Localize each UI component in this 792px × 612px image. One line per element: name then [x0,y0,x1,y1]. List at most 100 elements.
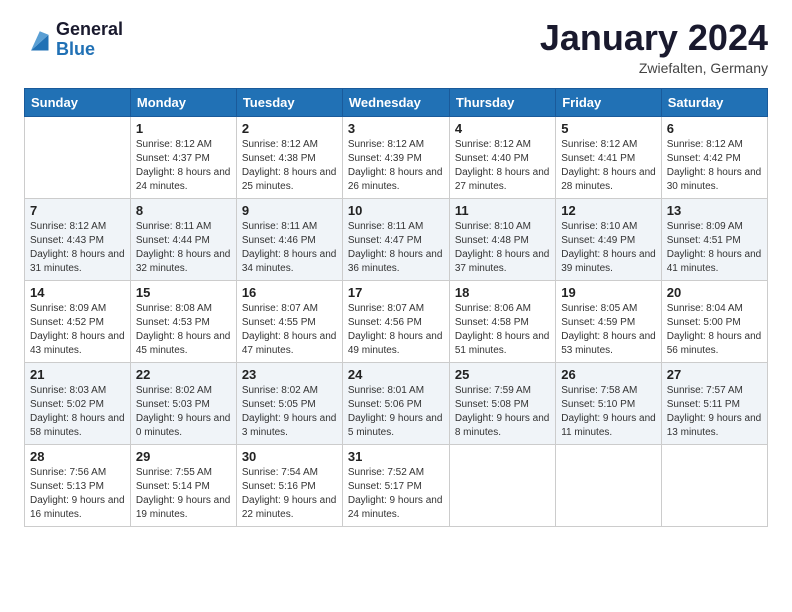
day-number: 25 [455,367,550,382]
day-info: Sunrise: 7:52 AMSunset: 5:17 PMDaylight:… [348,466,444,522]
calendar-cell: 12Sunrise: 8:10 AMSunset: 4:49 PMDayligh… [556,199,662,281]
logo: General Blue [24,20,123,60]
day-info: Sunrise: 8:12 AMSunset: 4:40 PMDaylight:… [455,138,550,194]
day-number: 18 [455,285,550,300]
calendar-body: 1 Sunrise: 8:12 AMSunset: 4:37 PMDaylight… [25,117,768,527]
calendar-week-2: 7Sunrise: 8:12 AMSunset: 4:43 PMDaylight… [25,199,768,281]
day-number: 1 [136,121,231,136]
calendar-cell [449,445,555,527]
day-number: 17 [348,285,444,300]
col-sunday: Sunday [25,89,131,117]
day-number: 2 [242,121,337,136]
day-number: 23 [242,367,337,382]
day-info: Sunrise: 8:10 AMSunset: 4:49 PMDaylight:… [561,220,656,276]
day-number: 14 [30,285,125,300]
day-info: Sunrise: 8:07 AMSunset: 4:56 PMDaylight:… [348,302,444,358]
day-number: 30 [242,449,337,464]
day-number: 16 [242,285,337,300]
calendar-week-1: 1 Sunrise: 8:12 AMSunset: 4:37 PMDaylight… [25,117,768,199]
day-info: Sunrise: 8:10 AMSunset: 4:48 PMDaylight:… [455,220,550,276]
day-info: Sunrise: 8:09 AMSunset: 4:51 PMDaylight:… [667,220,762,276]
day-number: 11 [455,203,550,218]
calendar-cell: 3 Sunrise: 8:12 AMSunset: 4:39 PMDaylight… [342,117,449,199]
calendar-cell: 4Sunrise: 8:12 AMSunset: 4:40 PMDaylight… [449,117,555,199]
calendar-week-3: 14 Sunrise: 8:09 AMSunset: 4:52 PMDayligh… [25,281,768,363]
calendar-cell: 22 Sunrise: 8:02 AMSunset: 5:03 PMDayligh… [130,363,236,445]
day-number: 10 [348,203,444,218]
calendar-cell: 25 Sunrise: 7:59 AMSunset: 5:08 PMDayligh… [449,363,555,445]
calendar-cell [661,445,767,527]
col-friday: Friday [556,89,662,117]
day-info: Sunrise: 8:09 AMSunset: 4:52 PMDaylight:… [30,302,125,358]
page-header: General Blue January 2024 Zwiefalten, Ge… [24,20,768,76]
day-info: Sunrise: 8:12 AMSunset: 4:39 PMDaylight:… [348,138,444,194]
day-number: 27 [667,367,762,382]
day-number: 5 [561,121,656,136]
day-number: 24 [348,367,444,382]
calendar-cell: 21 Sunrise: 8:03 AMSunset: 5:02 PMDayligh… [25,363,131,445]
header-row: Sunday Monday Tuesday Wednesday Thursday… [25,89,768,117]
calendar-week-4: 21 Sunrise: 8:03 AMSunset: 5:02 PMDayligh… [25,363,768,445]
month-title: January 2024 [540,20,768,56]
day-info: Sunrise: 8:07 AMSunset: 4:55 PMDaylight:… [242,302,337,358]
col-tuesday: Tuesday [236,89,342,117]
day-info: Sunrise: 7:56 AMSunset: 5:13 PMDaylight:… [30,466,125,522]
calendar-cell: 1 Sunrise: 8:12 AMSunset: 4:37 PMDaylight… [130,117,236,199]
day-info: Sunrise: 8:02 AMSunset: 5:05 PMDaylight:… [242,384,337,440]
calendar-cell: 19 Sunrise: 8:05 AMSunset: 4:59 PMDayligh… [556,281,662,363]
col-monday: Monday [130,89,236,117]
day-info: Sunrise: 8:01 AMSunset: 5:06 PMDaylight:… [348,384,444,440]
day-info: Sunrise: 8:12 AMSunset: 4:37 PMDaylight:… [136,138,231,194]
calendar-cell: 31Sunrise: 7:52 AMSunset: 5:17 PMDayligh… [342,445,449,527]
day-number: 26 [561,367,656,382]
day-number: 8 [136,203,231,218]
calendar-cell: 16 Sunrise: 8:07 AMSunset: 4:55 PMDayligh… [236,281,342,363]
day-info: Sunrise: 7:59 AMSunset: 5:08 PMDaylight:… [455,384,550,440]
day-number: 22 [136,367,231,382]
calendar-cell: 15 Sunrise: 8:08 AMSunset: 4:53 PMDayligh… [130,281,236,363]
logo-icon [24,26,52,54]
day-number: 28 [30,449,125,464]
day-info: Sunrise: 7:54 AMSunset: 5:16 PMDaylight:… [242,466,337,522]
calendar-week-5: 28 Sunrise: 7:56 AMSunset: 5:13 PMDayligh… [25,445,768,527]
calendar-cell: 27Sunrise: 7:57 AMSunset: 5:11 PMDayligh… [661,363,767,445]
calendar-cell: 29Sunrise: 7:55 AMSunset: 5:14 PMDayligh… [130,445,236,527]
day-info: Sunrise: 8:11 AMSunset: 4:46 PMDaylight:… [242,220,337,276]
title-block: January 2024 Zwiefalten, Germany [540,20,768,76]
location-subtitle: Zwiefalten, Germany [540,60,768,76]
day-info: Sunrise: 8:11 AMSunset: 4:44 PMDaylight:… [136,220,231,276]
calendar-cell: 14 Sunrise: 8:09 AMSunset: 4:52 PMDayligh… [25,281,131,363]
day-number: 29 [136,449,231,464]
calendar-cell: 11 Sunrise: 8:10 AMSunset: 4:48 PMDayligh… [449,199,555,281]
day-number: 6 [667,121,762,136]
calendar-table: Sunday Monday Tuesday Wednesday Thursday… [24,88,768,527]
calendar-cell [25,117,131,199]
day-info: Sunrise: 8:02 AMSunset: 5:03 PMDaylight:… [136,384,231,440]
logo-line1: General [56,20,123,40]
day-number: 19 [561,285,656,300]
day-info: Sunrise: 8:12 AMSunset: 4:42 PMDaylight:… [667,138,762,194]
col-wednesday: Wednesday [342,89,449,117]
day-info: Sunrise: 7:58 AMSunset: 5:10 PMDaylight:… [561,384,656,440]
day-info: Sunrise: 8:11 AMSunset: 4:47 PMDaylight:… [348,220,444,276]
day-number: 21 [30,367,125,382]
day-number: 3 [348,121,444,136]
day-info: Sunrise: 8:04 AMSunset: 5:00 PMDaylight:… [667,302,762,358]
calendar-cell: 18 Sunrise: 8:06 AMSunset: 4:58 PMDayligh… [449,281,555,363]
day-info: Sunrise: 8:08 AMSunset: 4:53 PMDaylight:… [136,302,231,358]
calendar-cell: 26 Sunrise: 7:58 AMSunset: 5:10 PMDayligh… [556,363,662,445]
calendar-cell [556,445,662,527]
calendar-cell: 6 Sunrise: 8:12 AMSunset: 4:42 PMDaylight… [661,117,767,199]
calendar-cell: 10 Sunrise: 8:11 AMSunset: 4:47 PMDayligh… [342,199,449,281]
calendar-cell: 5Sunrise: 8:12 AMSunset: 4:41 PMDaylight… [556,117,662,199]
day-info: Sunrise: 8:05 AMSunset: 4:59 PMDaylight:… [561,302,656,358]
calendar-cell: 9Sunrise: 8:11 AMSunset: 4:46 PMDaylight… [236,199,342,281]
day-info: Sunrise: 8:03 AMSunset: 5:02 PMDaylight:… [30,384,125,440]
day-number: 13 [667,203,762,218]
calendar-header: Sunday Monday Tuesday Wednesday Thursday… [25,89,768,117]
calendar-cell: 8 Sunrise: 8:11 AMSunset: 4:44 PMDaylight… [130,199,236,281]
day-info: Sunrise: 8:06 AMSunset: 4:58 PMDaylight:… [455,302,550,358]
day-number: 15 [136,285,231,300]
day-number: 7 [30,203,125,218]
calendar-cell: 24 Sunrise: 8:01 AMSunset: 5:06 PMDayligh… [342,363,449,445]
